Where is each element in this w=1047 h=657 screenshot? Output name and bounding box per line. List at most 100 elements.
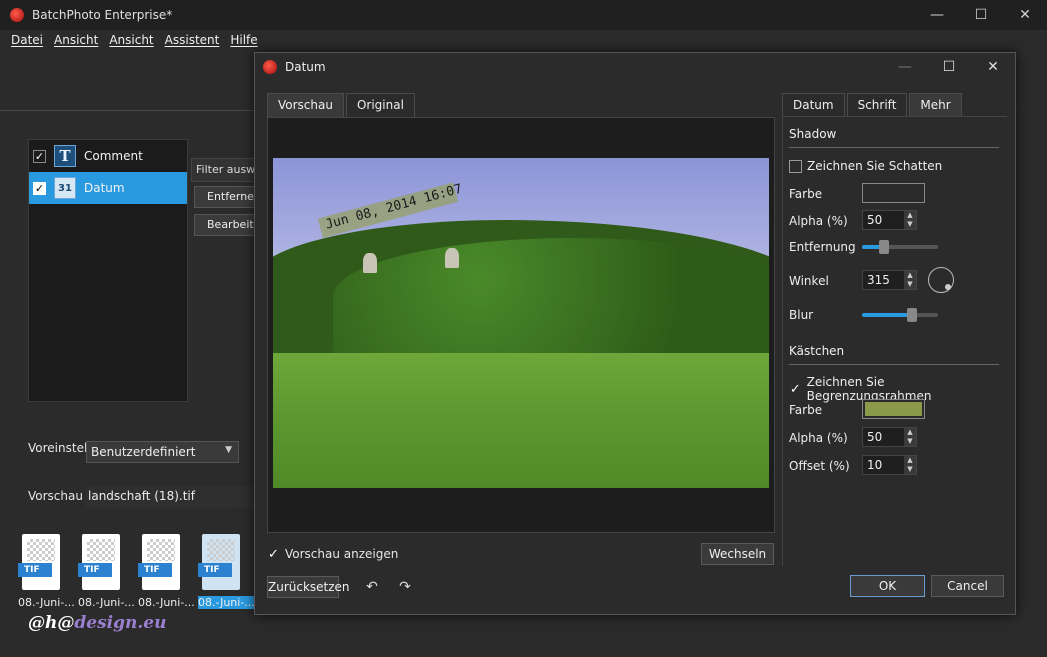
preview-panel: Jun 08, 2014 16:07 xyxy=(267,117,775,533)
draw-shadow-toggle[interactable]: Zeichnen Sie Schatten xyxy=(789,159,942,173)
preview-file-field[interactable]: landschaft (18).tif xyxy=(86,486,256,508)
cancel-button[interactable]: Cancel xyxy=(931,575,1004,597)
maximize-button[interactable]: ☐ xyxy=(959,0,1003,30)
shadow-color-swatch xyxy=(865,186,922,200)
shadow-color-picker[interactable] xyxy=(862,183,925,203)
tab-mehr[interactable]: Mehr xyxy=(909,93,962,117)
file-type-badge: TIF xyxy=(198,563,232,577)
text-icon: T xyxy=(54,145,76,167)
thumbnail-caption: 08.-Juni-... xyxy=(198,596,256,609)
thumbnail-item[interactable]: TIF 08.-Juni-... xyxy=(18,530,78,612)
settings-tabs: Datum Schrift Mehr xyxy=(782,93,964,117)
reset-button[interactable]: Zurücksetzen xyxy=(267,576,350,598)
shadow-color-label: Farbe xyxy=(789,187,823,201)
slider-fill xyxy=(862,313,911,317)
close-button[interactable]: ✕ xyxy=(1003,0,1047,30)
file-type-badge: TIF xyxy=(18,563,52,577)
preset-label: Voreinstell xyxy=(28,441,91,455)
draw-shadow-checkbox[interactable] xyxy=(789,159,802,173)
box-color-picker[interactable] xyxy=(862,399,925,419)
menu-hilfe[interactable]: Hilfe xyxy=(230,33,257,47)
minimize-button[interactable]: — xyxy=(915,0,959,30)
file-type-badge: TIF xyxy=(78,563,112,577)
calendar-icon: 31 xyxy=(54,177,76,199)
draw-box-checkbox[interactable]: ✓ xyxy=(789,382,802,397)
spinner-arrows-icon[interactable]: ▲ ▼ xyxy=(904,428,916,446)
filter-checkbox[interactable]: ✓ xyxy=(33,181,46,195)
filter-select-button[interactable]: Filter auswä xyxy=(191,158,261,182)
distance-label: Entfernung xyxy=(789,240,856,254)
preset-value: Benutzerdefiniert xyxy=(91,445,196,459)
filter-item-comment[interactable]: ✓ T Comment xyxy=(29,140,187,172)
minimize-button: — xyxy=(898,59,912,75)
undo-arrow-icon[interactable]: ↶ xyxy=(362,579,382,597)
tab-original[interactable]: Original xyxy=(345,93,415,117)
watermark-logo: @h@design.eu xyxy=(28,613,166,633)
redo-arrow-icon[interactable]: ↷ xyxy=(395,579,415,597)
spinner-arrows-icon[interactable]: ▲ ▼ xyxy=(904,456,916,474)
rock-formation xyxy=(363,253,377,273)
angle-spinner[interactable]: 315 ▲ ▼ xyxy=(862,270,917,290)
section-divider xyxy=(789,147,999,148)
thumbnail-caption: 08.-Juni-... xyxy=(18,596,75,609)
close-button[interactable]: ✕ xyxy=(971,53,1015,81)
preview-label: Vorschau xyxy=(28,489,83,503)
angle-dial-knob xyxy=(945,284,951,290)
thumbnail-caption: 08.-Juni-... xyxy=(138,596,195,609)
slider-knob[interactable] xyxy=(879,240,889,254)
blur-label: Blur xyxy=(789,308,814,322)
filter-checkbox[interactable]: ✓ xyxy=(33,149,46,163)
app-logo-icon xyxy=(10,8,24,22)
box-section-title: Kästchen xyxy=(789,344,845,358)
thumbnail-strip: TIF 08.-Juni-... TIF 08.-Juni-... TIF 08… xyxy=(18,530,258,612)
menu-ansicht[interactable]: Ansicht xyxy=(54,33,98,47)
thumbnail-item[interactable]: TIF 08.-Juni-... xyxy=(138,530,198,612)
thumbnail-caption: 08.-Juni-... xyxy=(78,596,135,609)
spinner-arrows-icon[interactable]: ▲ ▼ xyxy=(904,271,916,289)
distance-slider[interactable] xyxy=(862,240,938,254)
show-preview-label: Vorschau anzeigen xyxy=(285,547,399,561)
show-preview-toggle[interactable]: ✓ Vorschau anzeigen xyxy=(267,547,399,562)
rock-formation xyxy=(445,248,459,268)
show-preview-checkbox[interactable]: ✓ xyxy=(267,547,280,562)
switch-button[interactable]: Wechseln xyxy=(701,543,774,565)
tab-vorschau[interactable]: Vorschau xyxy=(267,93,344,117)
menu-ansicht-2[interactable]: Ansicht xyxy=(109,33,153,47)
filter-item-datum[interactable]: ✓ 31 Datum xyxy=(29,172,187,204)
preview-tabs: Vorschau Original xyxy=(267,93,417,117)
menu-bar: Datei Ansicht Ansicht Assistent Hilfe xyxy=(0,30,1047,50)
box-alpha-spinner[interactable]: 50 ▲ ▼ xyxy=(862,427,917,447)
slider-knob[interactable] xyxy=(907,308,917,322)
menu-assistent[interactable]: Assistent xyxy=(165,33,220,47)
forest-hill-front xyxy=(333,238,769,368)
preset-dropdown[interactable]: Benutzerdefiniert ▼ xyxy=(86,441,239,463)
shadow-alpha-value: 50 xyxy=(867,213,883,227)
thumbnail-item[interactable]: TIF 08.-Juni-... xyxy=(78,530,138,612)
settings-panel: Shadow Zeichnen Sie Schatten Farbe Alpha… xyxy=(782,116,1007,566)
spinner-arrows-icon[interactable]: ▲ ▼ xyxy=(904,211,916,229)
shadow-alpha-label: Alpha (%) xyxy=(789,214,848,228)
tif-file-icon xyxy=(82,534,120,590)
background-panel xyxy=(1017,110,1047,630)
shadow-alpha-spinner[interactable]: 50 ▲ ▼ xyxy=(862,210,917,230)
offset-value: 10 xyxy=(867,458,883,472)
app-logo-icon xyxy=(263,60,277,74)
tif-file-icon xyxy=(202,534,240,590)
thumbnail-item-selected[interactable]: TIF 08.-Juni-... xyxy=(198,530,258,612)
draw-shadow-label: Zeichnen Sie Schatten xyxy=(807,159,943,173)
watermark-part-b: design.eu xyxy=(74,613,167,633)
box-alpha-value: 50 xyxy=(867,430,883,444)
maximize-button[interactable]: ☐ xyxy=(927,53,971,81)
offset-spinner[interactable]: 10 ▲ ▼ xyxy=(862,455,917,475)
box-alpha-label: Alpha (%) xyxy=(789,431,848,445)
tab-schrift[interactable]: Schrift xyxy=(846,93,908,117)
ok-button[interactable]: OK xyxy=(850,575,925,597)
box-color-swatch xyxy=(865,402,922,416)
blur-slider[interactable] xyxy=(862,308,938,322)
tab-datum[interactable]: Datum xyxy=(782,93,845,117)
angle-label: Winkel xyxy=(789,274,829,288)
angle-dial-icon[interactable] xyxy=(928,267,954,293)
menu-datei[interactable]: Datei xyxy=(11,33,43,47)
meadow xyxy=(273,353,769,488)
landscape-preview-image: Jun 08, 2014 16:07 xyxy=(273,158,769,488)
